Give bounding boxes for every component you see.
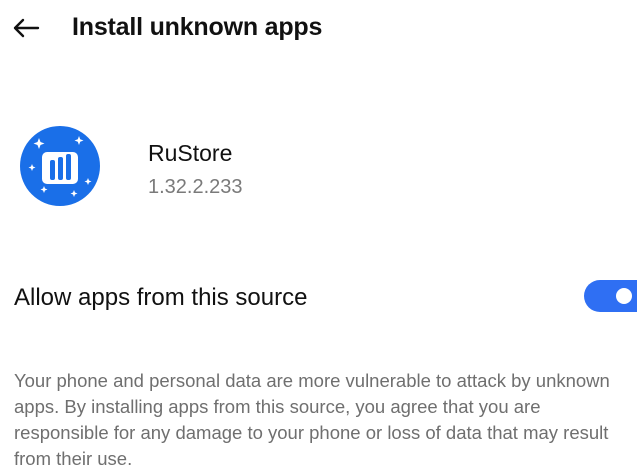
- app-name: RuStore: [148, 140, 233, 166]
- allow-source-setting[interactable]: Allow apps from this source: [0, 268, 637, 324]
- allow-source-toggle[interactable]: [584, 280, 637, 312]
- top-app-bar: Install unknown apps: [0, 0, 637, 56]
- app-version: 1.32.2.233: [148, 176, 243, 198]
- app-info: RuStore 1.32.2.233: [20, 126, 620, 206]
- security-warning-text: Your phone and personal data are more vu…: [14, 370, 610, 469]
- rustore-app-icon: [20, 126, 100, 206]
- allow-source-label: Allow apps from this source: [14, 284, 308, 311]
- toggle-knob: [616, 288, 632, 304]
- back-button[interactable]: [8, 10, 44, 46]
- arrow-left-icon: [13, 18, 40, 38]
- page-title: Install unknown apps: [72, 13, 323, 41]
